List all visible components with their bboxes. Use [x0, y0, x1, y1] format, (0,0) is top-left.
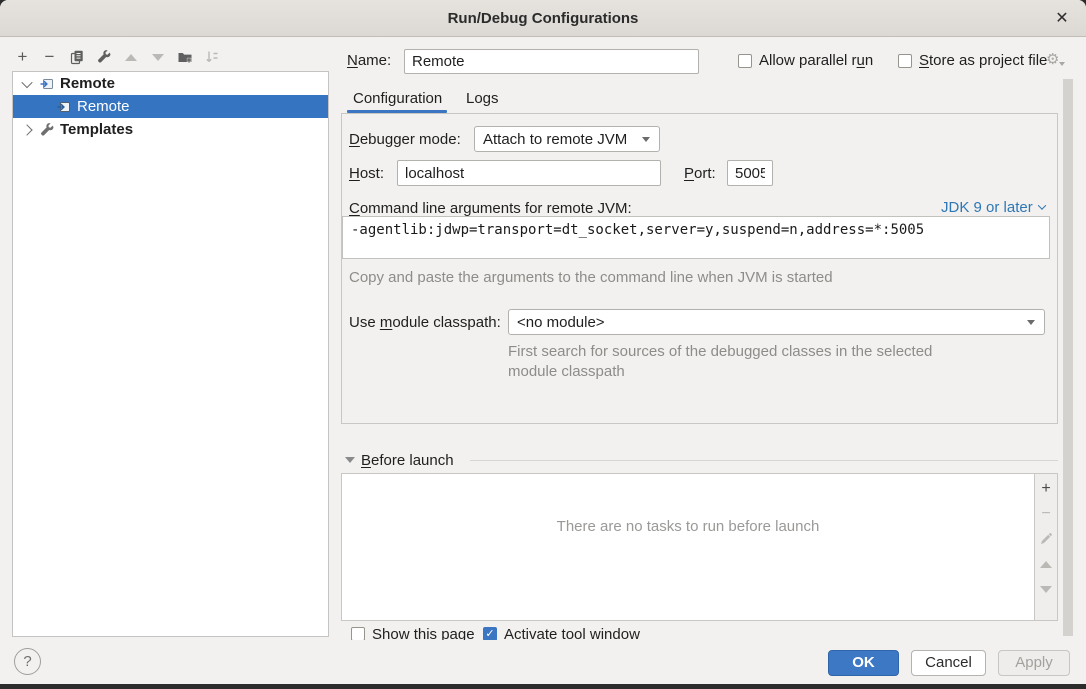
tree-item-templates[interactable]: Templates — [13, 118, 328, 141]
close-icon[interactable]: ✕ — [1050, 0, 1074, 37]
dropdown-arrow-icon — [642, 137, 650, 142]
port-input[interactable] — [727, 160, 773, 186]
module-classpath-dropdown[interactable]: <no module> — [508, 309, 1045, 335]
page-options-row: Show this page ✓ Activate tool window — [341, 624, 1058, 640]
add-icon[interactable]: + — [1038, 481, 1054, 497]
move-down-icon[interactable] — [1038, 581, 1054, 597]
remote-config-icon — [56, 99, 72, 115]
module-hint-line2: module classpath — [508, 363, 625, 380]
port-label: Port: — [684, 165, 716, 183]
use-module-classpath-label: Use module classpath: — [349, 314, 501, 332]
show-this-page-label: Show this page — [372, 626, 475, 640]
dialog-title: Run/Debug Configurations — [0, 0, 1086, 37]
chevron-right-icon[interactable] — [21, 124, 32, 135]
module-hint-line1: First search for sources of the debugged… — [508, 343, 932, 360]
tasks-toolbar: + − — [1034, 473, 1058, 621]
activate-tool-window-label: Activate tool window — [504, 626, 640, 640]
vertical-scrollbar[interactable] — [1063, 79, 1073, 636]
wrench-icon — [39, 122, 55, 138]
sort-alphabetically-icon[interactable] — [203, 48, 220, 66]
add-icon[interactable]: + — [14, 48, 31, 66]
allow-parallel-run-checkbox[interactable] — [738, 54, 752, 68]
command-line-args-field[interactable]: -agentlib:jdwp=transport=dt_socket,serve… — [342, 216, 1050, 259]
edit-pencil-icon[interactable] — [1038, 531, 1054, 547]
move-up-icon[interactable] — [1038, 556, 1054, 572]
store-as-project-file-checkbox[interactable] — [898, 54, 912, 68]
tree-item-remote-selected[interactable]: Remote — [13, 95, 328, 118]
move-down-icon[interactable] — [149, 48, 166, 66]
tree-item-label: Remote — [77, 98, 130, 115]
host-input[interactable] — [397, 160, 661, 186]
tree-item-label: Templates — [60, 121, 133, 138]
configurations-tree: Remote Remote Templates — [12, 71, 329, 637]
store-as-project-file-label: Store as project file — [919, 52, 1047, 70]
remove-icon[interactable]: − — [1038, 506, 1054, 522]
configurations-toolbar: + − — [14, 47, 220, 67]
host-label: Host: — [349, 165, 384, 183]
check-icon: ✓ — [485, 628, 494, 640]
args-hint-text: Copy and paste the arguments to the comm… — [349, 269, 833, 286]
dropdown-arrow-icon — [1027, 320, 1035, 325]
tree-item-remote-group[interactable]: Remote — [13, 72, 328, 95]
before-launch-label[interactable]: Before launch — [361, 452, 454, 470]
apply-button[interactable]: Apply — [998, 650, 1070, 676]
chevron-down-icon[interactable] — [21, 76, 32, 87]
help-icon[interactable]: ? — [14, 648, 41, 675]
cancel-button[interactable]: Cancel — [911, 650, 986, 676]
copy-icon[interactable] — [68, 48, 85, 66]
empty-tasks-message: There are no tasks to run before launch — [341, 518, 1035, 535]
remote-config-icon — [39, 76, 55, 92]
name-label: Name: — [347, 52, 391, 70]
before-launch-tasks-panel[interactable] — [341, 473, 1035, 621]
collapse-triangle-icon[interactable] — [345, 457, 355, 463]
edit-templates-icon[interactable] — [95, 48, 112, 66]
run-debug-configurations-dialog: Run/Debug Configurations ✕ + − Remote — [0, 0, 1086, 684]
tab-logs[interactable]: Logs — [466, 90, 499, 107]
command-line-args-value: -agentlib:jdwp=transport=dt_socket,serve… — [351, 222, 924, 238]
debugger-mode-dropdown[interactable]: Attach to remote JVM — [474, 126, 660, 152]
tree-item-label: Remote — [60, 75, 115, 92]
gear-icon[interactable]: ⚙ — [1046, 50, 1059, 68]
allow-parallel-run-label: Allow parallel run — [759, 52, 873, 70]
move-up-icon[interactable] — [122, 48, 139, 66]
new-folder-icon[interactable] — [176, 48, 193, 66]
jdk-version-link[interactable]: JDK 9 or later — [941, 199, 1045, 216]
name-input[interactable] — [404, 49, 699, 74]
debugger-mode-label: Debugger mode: — [349, 131, 461, 149]
chevron-down-icon — [1037, 201, 1045, 209]
title-bar: Run/Debug Configurations ✕ — [0, 0, 1086, 37]
tab-configuration[interactable]: Configuration — [353, 90, 442, 107]
activate-tool-window-checkbox[interactable]: ✓ — [483, 627, 497, 640]
remove-icon[interactable]: − — [41, 48, 58, 66]
section-divider — [470, 460, 1058, 461]
ok-button[interactable]: OK — [828, 650, 899, 676]
show-this-page-checkbox[interactable] — [351, 627, 365, 640]
